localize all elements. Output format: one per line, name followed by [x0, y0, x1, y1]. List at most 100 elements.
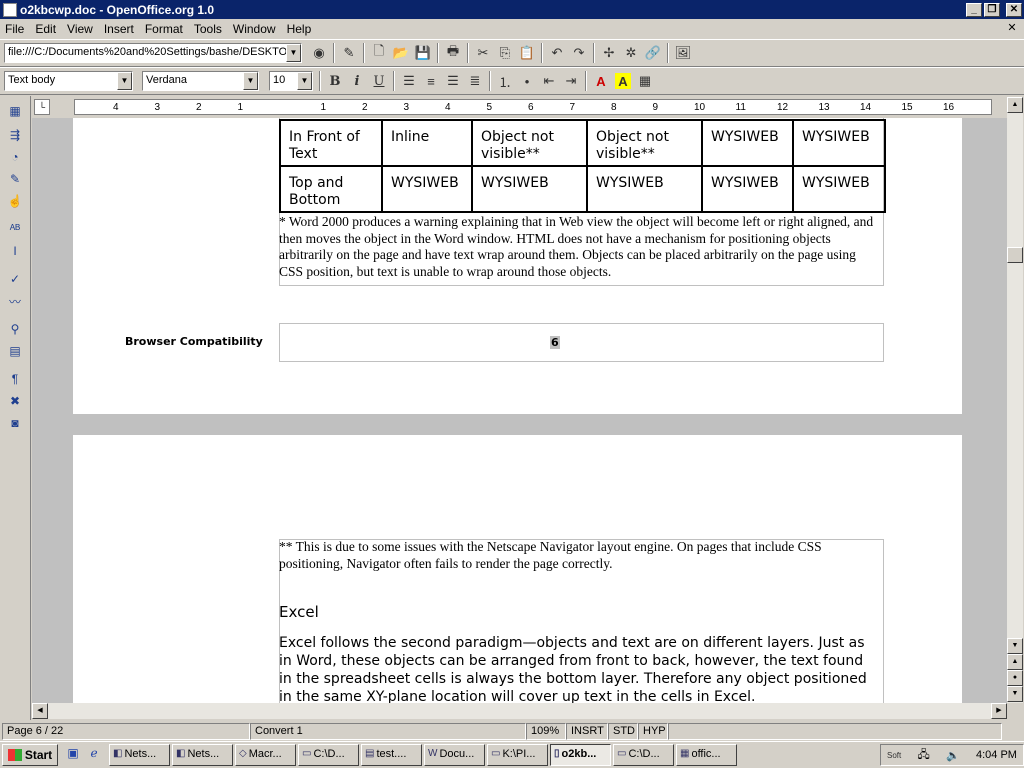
menu-view[interactable]: View — [62, 22, 99, 36]
task-button[interactable]: W Docu... — [424, 744, 485, 766]
tab-stop-icon[interactable]: └ — [34, 99, 50, 115]
selection-mode-status[interactable]: STD — [608, 723, 638, 740]
chevron-down-icon[interactable]: ▼ — [297, 72, 312, 90]
ruler-tick-label: 14 — [860, 102, 872, 113]
scroll-left-icon[interactable]: ◀ — [32, 703, 48, 719]
scroll-down-icon[interactable]: ▼ — [1007, 638, 1023, 654]
text-cursor-icon[interactable]: I — [4, 240, 26, 262]
tray-label[interactable]: Soft — [887, 751, 901, 760]
graphics-off-icon[interactable]: ✖ — [4, 390, 26, 412]
insert-table-icon[interactable]: ▦ — [4, 100, 26, 122]
paste-icon[interactable]: 📋 — [516, 42, 538, 64]
horizontal-scrollbar[interactable]: ◀ ▶ — [32, 703, 1007, 719]
align-center-icon[interactable]: ≡ — [420, 70, 442, 92]
chevron-down-icon[interactable]: ▼ — [286, 44, 301, 62]
italic-button[interactable]: i — [346, 70, 368, 92]
zoom-status[interactable]: 109% — [526, 723, 566, 740]
bullets-icon[interactable]: • — [516, 70, 538, 92]
gallery-icon[interactable]: 🖼 — [672, 42, 694, 64]
font-size-select[interactable]: 10 ▼ — [269, 71, 313, 91]
align-right-icon[interactable]: ☰ — [442, 70, 464, 92]
task-button[interactable]: ◇ Macr... — [235, 744, 296, 766]
spellcheck-icon[interactable]: ✓ — [4, 268, 26, 290]
volume-icon[interactable]: 🔈 — [946, 749, 960, 762]
find-replace-icon[interactable]: ⚲ — [4, 318, 26, 340]
task-button[interactable]: ▭ K:\PI... — [487, 744, 548, 766]
task-button[interactable]: ▦ offic... — [676, 744, 737, 766]
menu-tools[interactable]: Tools — [189, 22, 228, 36]
bold-button[interactable]: B — [324, 70, 346, 92]
next-page-icon[interactable]: ▼ — [1007, 686, 1023, 702]
menu-edit[interactable]: Edit — [30, 22, 62, 36]
start-button[interactable]: Start — [2, 744, 58, 766]
menu-file[interactable]: File — [0, 22, 30, 36]
task-button[interactable]: ▭ C:\D... — [298, 744, 359, 766]
form-controls-icon[interactable]: ☝ — [4, 190, 26, 212]
scroll-thumb[interactable] — [1007, 247, 1023, 263]
highlight-button[interactable]: A — [615, 73, 631, 89]
font-name-select[interactable]: Verdana ▼ — [142, 71, 259, 91]
document-close-icon[interactable]: ✕ — [1004, 21, 1020, 35]
hyperlink-mode-status[interactable]: HYP — [638, 723, 668, 740]
autocomplete-icon[interactable]: ᴬᴮ — [4, 218, 26, 240]
insert-fields-icon[interactable]: ⇶ — [4, 124, 26, 146]
vertical-scrollbar[interactable]: ▲ ▼ ▲ ● ▼ — [1007, 97, 1023, 703]
network-icon[interactable]: 🖧 — [918, 746, 930, 765]
ruler-tick-label: 1 — [320, 102, 327, 113]
align-left-icon[interactable]: ☰ — [398, 70, 420, 92]
minimize-button[interactable]: _ — [966, 2, 982, 17]
task-button-active[interactable]: ▯ o2kb... — [550, 744, 611, 766]
scroll-up-icon[interactable]: ▲ — [1007, 97, 1023, 113]
paragraph-style-select[interactable]: Text body ▼ — [4, 71, 133, 91]
document-canvas[interactable]: In Front of Text Inline Object not visib… — [32, 118, 1007, 703]
insert-mode-status[interactable]: INSRT — [566, 723, 608, 740]
save-icon[interactable]: 💾 — [412, 42, 434, 64]
numbering-icon[interactable]: ⒈ — [494, 70, 516, 92]
edit-file-icon[interactable]: ✎ — [338, 42, 360, 64]
font-color-button[interactable]: A — [590, 70, 612, 92]
menu-help[interactable]: Help — [282, 22, 318, 36]
page: In Front of Text Inline Object not visib… — [73, 118, 962, 414]
autospellcheck-icon[interactable]: 〰 — [4, 290, 26, 312]
task-button[interactable]: ▤ test.... — [361, 744, 422, 766]
task-button[interactable]: ◧ Nets... — [109, 744, 170, 766]
show-desktop-icon[interactable]: ▣ — [64, 746, 82, 764]
new-document-icon[interactable]: 🗋 — [368, 42, 390, 64]
navigator-icon[interactable]: ✢ — [598, 42, 620, 64]
menu-window[interactable]: Window — [228, 22, 282, 36]
restore-button[interactable]: ❐ — [984, 2, 1000, 17]
stylist-icon[interactable]: ✲ — [620, 42, 642, 64]
task-button[interactable]: ◧ Nets... — [172, 744, 233, 766]
draw-functions-icon[interactable]: ✎ — [4, 168, 26, 190]
redo-icon[interactable]: ↷ — [568, 42, 590, 64]
background-color-icon[interactable]: ▦ — [634, 70, 656, 92]
previous-page-icon[interactable]: ▲ — [1007, 654, 1023, 670]
task-button[interactable]: ▭ C:\D... — [613, 744, 674, 766]
chevron-down-icon[interactable]: ▼ — [243, 72, 258, 90]
hyperlink-icon[interactable]: 🔗 — [642, 42, 664, 64]
chevron-down-icon[interactable]: ▼ — [117, 72, 132, 90]
open-folder-icon[interactable]: 📂 — [390, 42, 412, 64]
increase-indent-icon[interactable]: ⇥ — [560, 70, 582, 92]
underline-button[interactable]: U — [368, 70, 390, 92]
url-field[interactable]: file:///C:/Documents%20and%20Settings/ba… — [4, 43, 302, 63]
insert-object-icon[interactable]: ◔ — [4, 146, 26, 168]
copy-icon[interactable]: ⎘ — [494, 42, 516, 64]
internet-explorer-icon[interactable]: ℯ — [85, 746, 103, 764]
justify-icon[interactable]: ≣ — [464, 70, 486, 92]
online-layout-icon[interactable]: ◙ — [4, 412, 26, 434]
cut-icon[interactable]: ✂ — [472, 42, 494, 64]
clock[interactable]: 4:04 PM — [976, 749, 1017, 761]
menu-format[interactable]: Format — [140, 22, 189, 36]
print-icon[interactable]: 🖶 — [442, 42, 464, 64]
nonprinting-characters-icon[interactable]: ¶ — [4, 368, 26, 390]
load-url-icon[interactable]: ◉ — [308, 42, 330, 64]
navigation-icon[interactable]: ● — [1007, 670, 1023, 686]
close-button[interactable]: ✕ — [1006, 2, 1022, 17]
scroll-right-icon[interactable]: ▶ — [991, 703, 1007, 719]
undo-icon[interactable]: ↶ — [546, 42, 568, 64]
horizontal-ruler[interactable]: └ 4 3 2 1 1 2 3 4 5 6 7 8 9 10 11 12 13 14 15 16 — [32, 97, 1007, 117]
menu-insert[interactable]: Insert — [99, 22, 140, 36]
data-sources-icon[interactable]: ▤ — [4, 340, 26, 362]
decrease-indent-icon[interactable]: ⇤ — [538, 70, 560, 92]
